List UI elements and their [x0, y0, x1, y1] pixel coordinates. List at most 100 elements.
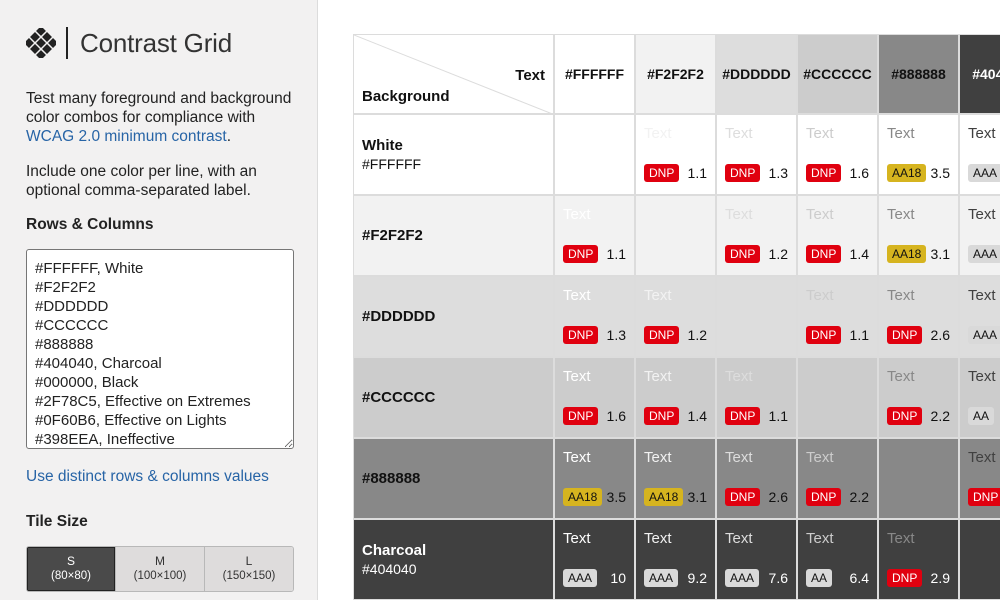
sample-text: Text: [968, 125, 996, 142]
sample-text: Text: [806, 287, 834, 304]
contrast-ratio: 3.1: [687, 489, 707, 505]
contrast-ratio: 1.6: [606, 408, 626, 424]
sample-text: Text: [806, 125, 834, 142]
colors-textarea[interactable]: [26, 249, 294, 449]
contrast-tile[interactable]: Text AA18 3.5: [878, 114, 959, 195]
compliance-badge: AA18: [644, 488, 684, 506]
compliance-badge: DNP: [806, 326, 842, 344]
contrast-ratio: 3.5: [930, 165, 950, 181]
contrast-tile[interactable]: Text DNP: [959, 438, 1000, 519]
contrast-tile[interactable]: Text DNP 1.1: [716, 357, 797, 438]
contrast-tile[interactable]: Text DNP 1.3: [716, 114, 797, 195]
contrast-tile[interactable]: Text DNP 1.6: [797, 114, 878, 195]
compliance-badge: DNP: [563, 326, 599, 344]
contrast-tile[interactable]: Text DNP 1.2: [716, 195, 797, 276]
tile-size-label: S: [66, 554, 75, 568]
sample-text: Text: [887, 206, 915, 223]
intro-text-start: Test many foreground and background colo…: [26, 90, 292, 126]
compliance-badge: DNP: [644, 326, 680, 344]
contrast-ratio: 10: [610, 570, 626, 586]
sample-text: Text: [563, 287, 591, 304]
contrast-tile[interactable]: Text AAA: [959, 276, 1000, 357]
contrast-tile[interactable]: Text AAA: [959, 195, 1000, 276]
sample-text: Text: [725, 125, 753, 142]
sample-text: Text: [806, 449, 834, 466]
brand-divider: [66, 27, 68, 59]
contrast-tile[interactable]: Text AA18 3.5: [554, 438, 635, 519]
contrast-tile[interactable]: Text DNP 2.6: [878, 276, 959, 357]
contrast-tile[interactable]: Text AA18 3.1: [878, 195, 959, 276]
compliance-badge: AAA: [968, 164, 1000, 182]
compliance-badge: DNP: [806, 488, 842, 506]
compliance-badge: DNP: [563, 245, 599, 263]
row-hex: #F2F2F2: [362, 226, 423, 244]
compliance-badge: DNP: [806, 164, 842, 182]
tile-size-small-button[interactable]: S (80×80): [27, 547, 115, 591]
compliance-badge: AAA: [968, 245, 1000, 263]
contrast-ratio: 1.3: [606, 327, 626, 343]
sample-text: Text: [644, 125, 672, 142]
compliance-badge: AAA: [725, 569, 760, 587]
compliance-badge: AA18: [887, 164, 927, 182]
contrast-tile[interactable]: Text DNP 1.1: [554, 195, 635, 276]
contrast-tile[interactable]: Text DNP 1.1: [635, 114, 716, 195]
contrast-ratio: 1.3: [768, 165, 788, 181]
contrast-tile[interactable]: Text DNP 1.3: [554, 276, 635, 357]
sample-text: Text: [887, 287, 915, 304]
contrast-tile[interactable]: Text DNP 2.9: [878, 519, 959, 600]
row-header: White #FFFFFF: [353, 114, 554, 195]
sample-text: Text: [968, 368, 996, 385]
contrast-grid-area: Text Background #FFFFFF #F2F2F2 #DDDDDD #CCCC…: [318, 0, 1000, 600]
contrast-tile[interactable]: Text DNP 1.4: [635, 357, 716, 438]
compliance-badge: AA18: [887, 245, 927, 263]
compliance-badge: DNP: [644, 164, 680, 182]
compliance-badge: DNP: [806, 245, 842, 263]
contrast-tile[interactable]: Text AAA: [959, 114, 1000, 195]
contrast-ratio: 1.6: [849, 165, 869, 181]
row-header: #CCCCCC: [353, 357, 554, 438]
contrast-tile[interactable]: Text DNP 2.2: [797, 438, 878, 519]
contrast-tile[interactable]: Text DNP 1.4: [797, 195, 878, 276]
contrast-tile[interactable]: Text DNP 1.1: [797, 276, 878, 357]
column-header: #FFFFFF: [554, 34, 635, 114]
contrast-tile[interactable]: Text AA 6.4: [797, 519, 878, 600]
contrast-tile[interactable]: Text AAA 9.2: [635, 519, 716, 600]
tile-size-dimensions: (80×80): [51, 570, 91, 582]
column-header: #888888: [878, 34, 959, 114]
sample-text: Text: [644, 449, 672, 466]
row-header: #F2F2F2: [353, 195, 554, 276]
contrast-ratio: 1.1: [768, 408, 788, 424]
contrast-tile[interactable]: Text DNP 2.2: [878, 357, 959, 438]
intro-text-end: .: [226, 128, 231, 145]
compliance-badge: DNP: [887, 326, 923, 344]
contrast-tile[interactable]: Text AA: [959, 357, 1000, 438]
corner-background-label: Background: [362, 88, 450, 105]
contrast-tile[interactable]: Text AA18 3.1: [635, 438, 716, 519]
contrast-tile[interactable]: Text DNP 2.6: [716, 438, 797, 519]
compliance-badge: AAA: [968, 326, 1000, 344]
compliance-badge: AA18: [563, 488, 603, 506]
wcag-link[interactable]: WCAG 2.0 minimum contrast: [26, 128, 227, 145]
contrast-tile[interactable]: Text DNP 1.6: [554, 357, 635, 438]
sample-text: Text: [644, 287, 672, 304]
tile-size-label: M: [155, 554, 165, 568]
sample-text: Text: [887, 368, 915, 385]
tile-size-large-button[interactable]: L (150×150): [204, 547, 293, 591]
tile-size-medium-button[interactable]: M (100×100): [115, 547, 204, 591]
tile-size-heading: Tile Size: [26, 513, 88, 530]
contrast-tile: [878, 438, 959, 519]
compliance-badge: DNP: [968, 488, 1000, 506]
contrast-ratio: 1.1: [849, 327, 869, 343]
distinct-rows-columns-link[interactable]: Use distinct rows & columns values: [26, 468, 269, 486]
column-header: #F2F2F2: [635, 34, 716, 114]
contrast-tile[interactable]: Text DNP 1.2: [635, 276, 716, 357]
sample-text: Text: [725, 206, 753, 223]
sample-text: Text: [968, 287, 996, 304]
contrast-tile[interactable]: Text AAA 10: [554, 519, 635, 600]
compliance-badge: AAA: [563, 569, 598, 587]
contrast-ratio: 2.6: [930, 327, 950, 343]
contrast-tile[interactable]: Text AAA 7.6: [716, 519, 797, 600]
row-header: Charcoal #404040: [353, 519, 554, 600]
compliance-badge: DNP: [725, 407, 761, 425]
contrast-ratio: 1.1: [687, 165, 707, 181]
